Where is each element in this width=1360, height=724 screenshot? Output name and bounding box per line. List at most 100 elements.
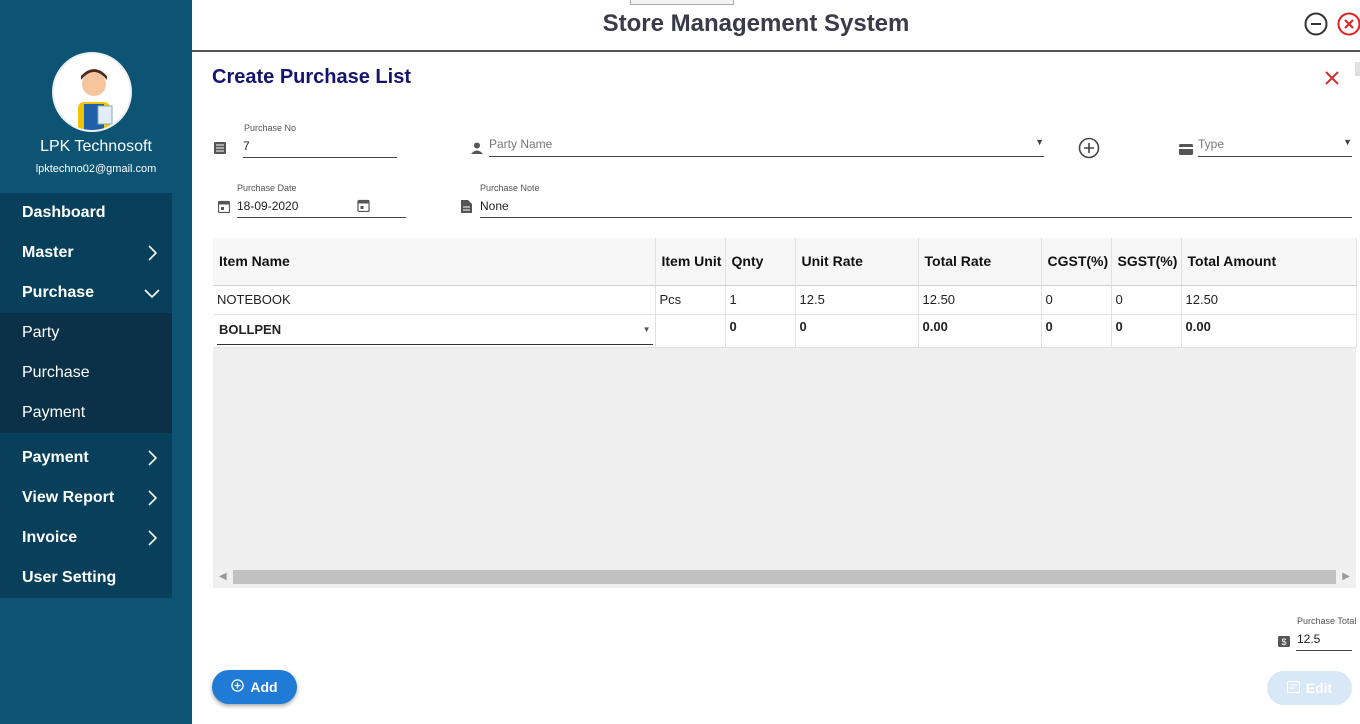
sidebar-item-user-setting[interactable]: User Setting [0, 558, 172, 598]
sidebar-item-label: Payment [22, 449, 89, 466]
form-scrollbar[interactable] [1355, 62, 1360, 76]
table-cell[interactable]: 12.50 [1181, 285, 1357, 315]
date-picker-icon[interactable] [357, 199, 370, 215]
chevron-right-icon [144, 433, 160, 483]
column-header[interactable]: SGST(%) [1111, 238, 1182, 286]
sidebar-item-label: Purchase [22, 364, 90, 381]
horizontal-scrollbar[interactable]: ◀ ▶ [213, 569, 1356, 585]
list-icon [214, 141, 226, 159]
sidebar-item-invoice[interactable]: Invoice [0, 518, 172, 558]
add-button[interactable]: Add [212, 670, 297, 704]
dropdown-arrow-icon: ▼ [1035, 137, 1044, 147]
table-row[interactable]: NOTEBOOK Pcs 1 12.5 12.50 0 0 12.50 [213, 285, 1357, 315]
sidebar-item-purchase[interactable]: Purchase [0, 273, 172, 313]
sidebar-item-dashboard[interactable]: Dashboard [0, 193, 172, 233]
svg-text:$: $ [1281, 637, 1286, 647]
purchase-date-label: Purchase Date [237, 183, 297, 193]
title-bar: Store Management System [192, 0, 1360, 52]
user-email: lpktechno02@gmail.com [35, 163, 157, 175]
table-cell[interactable]: 0 [1111, 285, 1182, 315]
table-cell[interactable]: 1 [725, 285, 796, 315]
add-circle-icon[interactable] [1078, 137, 1100, 164]
item-name-editor[interactable]: BOLLPEN ▼ [213, 314, 656, 348]
table-edit-row[interactable]: BOLLPEN ▼ 0 0 0.00 0 0 0.00 [213, 314, 1357, 348]
table-cell[interactable]: 12.5 [795, 285, 919, 315]
close-window-icon[interactable] [1337, 12, 1360, 36]
column-header[interactable]: Total Rate [918, 238, 1042, 286]
table-cell[interactable]: 0 [725, 314, 796, 348]
column-header[interactable]: CGST(%) [1041, 238, 1112, 286]
sidebar-subitem-party[interactable]: Party [0, 313, 172, 353]
table-cell[interactable]: 0 [1041, 285, 1112, 315]
purchase-date-value: 18-09-2020 [237, 199, 299, 213]
edit-button-label: Edit [1305, 680, 1333, 696]
note-icon [461, 200, 472, 218]
purchase-total-label: Purchase Total [1297, 616, 1357, 626]
purchase-date-field[interactable]: 18-09-2020 [237, 199, 406, 218]
app-title: Store Management System [602, 10, 910, 37]
sidebar-item-label: Party [22, 324, 60, 341]
column-header[interactable]: Item Name [213, 238, 656, 286]
sidebar-item-payment[interactable]: Payment [0, 433, 172, 478]
party-name-select[interactable]: Party Name ▼ [489, 137, 1044, 157]
scroll-left-icon[interactable]: ◀ [219, 571, 227, 582]
purchase-note-label: Purchase Note [480, 183, 540, 193]
sidebar-item-label: View Report [22, 489, 115, 506]
type-select[interactable]: Type ▼ [1198, 137, 1352, 157]
dropdown-arrow-icon: ▼ [642, 324, 651, 334]
column-header[interactable]: Total Amount [1181, 238, 1357, 286]
calendar-icon [217, 200, 231, 218]
type-placeholder: Type [1198, 137, 1225, 151]
purchase-total-field[interactable]: 12.5 [1296, 632, 1352, 651]
chevron-down-icon [144, 273, 160, 313]
sidebar-item-view-report[interactable]: View Report [0, 478, 172, 518]
top-drag-handle[interactable] [630, 0, 734, 5]
sidebar-menu: Dashboard Master Purchase Party Purchase… [0, 193, 172, 598]
person-icon [471, 141, 483, 159]
sidebar-subitem-purchase[interactable]: Purchase [0, 353, 172, 393]
scrollbar-thumb[interactable] [233, 570, 1336, 584]
purchase-submenu: Party Purchase Payment [0, 313, 172, 433]
sidebar-item-label: Purchase [22, 284, 95, 301]
dropdown-arrow-icon: ▼ [1343, 137, 1352, 147]
purchase-note-field[interactable]: None [480, 199, 1352, 218]
column-header[interactable]: Qnty [725, 238, 796, 286]
close-icon[interactable] [1322, 68, 1342, 88]
card-icon [1179, 142, 1193, 160]
add-circle-icon [231, 679, 245, 695]
table-cell[interactable]: Pcs [655, 285, 726, 315]
sidebar-item-label: Dashboard [22, 204, 106, 221]
items-grid: Item Name Item Unit Qnty Unit Rate Total… [213, 238, 1357, 588]
purchase-no-label: Purchase No [244, 123, 297, 133]
item-name-select[interactable]: BOLLPEN ▼ [217, 319, 653, 345]
sidebar-subitem-payment[interactable]: Payment [0, 393, 172, 433]
edit-icon [1286, 680, 1300, 696]
add-button-label: Add [250, 679, 278, 695]
minimize-icon[interactable] [1304, 12, 1328, 36]
table-cell[interactable]: 0 [1041, 314, 1112, 348]
sidebar: LPK Technosoft lpktechno02@gmail.com Das… [0, 0, 192, 724]
table-cell[interactable]: 0 [1111, 314, 1182, 348]
sidebar-item-master[interactable]: Master [0, 233, 172, 273]
party-name-placeholder: Party Name [489, 137, 553, 151]
edit-button[interactable]: Edit [1267, 671, 1352, 705]
item-name-value: BOLLPEN [219, 321, 282, 337]
column-header[interactable]: Item Unit [655, 238, 726, 286]
sidebar-item-label: Invoice [22, 529, 78, 546]
scroll-right-icon[interactable]: ▶ [1342, 571, 1350, 582]
table-cell[interactable]: 12.50 [918, 285, 1042, 315]
chevron-right-icon [144, 233, 160, 273]
avatar [52, 52, 132, 132]
table-cell[interactable]: 0 [795, 314, 919, 348]
user-name: LPK Technosoft [40, 138, 152, 155]
dollar-icon: $ [1278, 634, 1290, 652]
sidebar-item-label: Master [22, 244, 74, 261]
column-header[interactable]: Unit Rate [795, 238, 919, 286]
table-cell[interactable]: 0.00 [1181, 314, 1357, 348]
grid-header-row: Item Name Item Unit Qnty Unit Rate Total… [213, 238, 1357, 286]
table-cell[interactable]: NOTEBOOK [213, 285, 656, 315]
table-cell[interactable] [655, 314, 726, 348]
chevron-right-icon [144, 518, 160, 558]
purchase-no-field[interactable]: 7 [243, 139, 397, 158]
table-cell[interactable]: 0.00 [918, 314, 1042, 348]
